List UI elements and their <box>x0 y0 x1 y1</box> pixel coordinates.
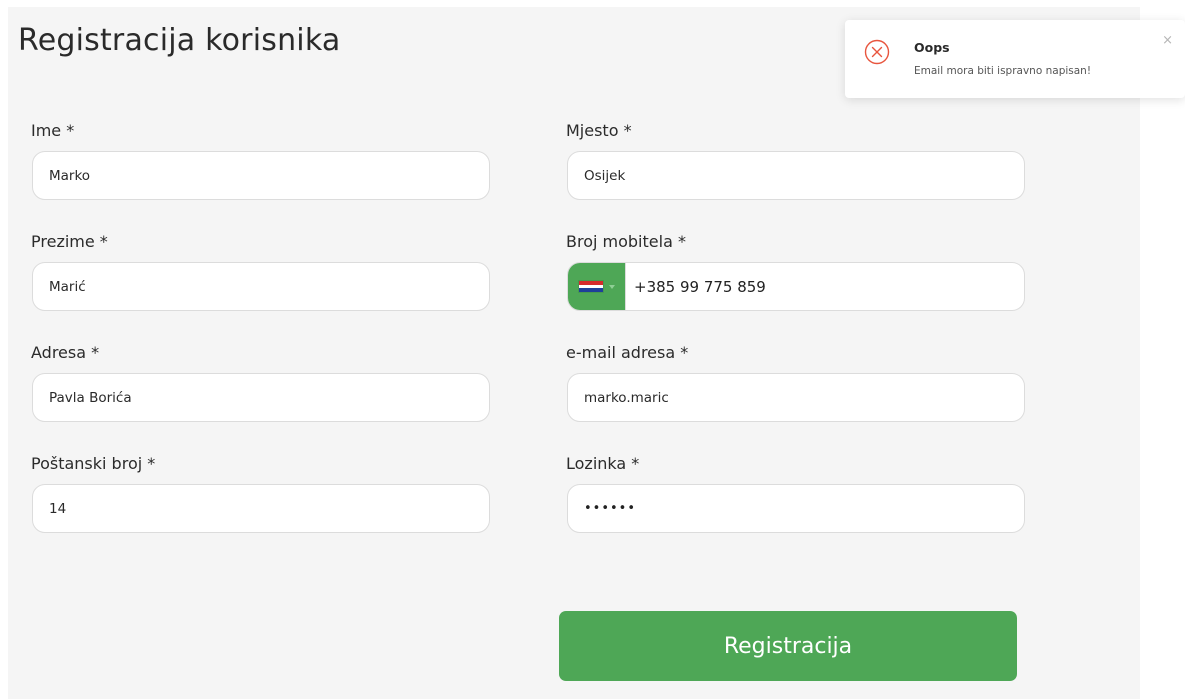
hr-flag-icon <box>578 281 603 293</box>
city-input[interactable]: Osijek <box>567 151 1025 200</box>
mobile-label: Broj mobitela * <box>566 232 686 251</box>
address-input[interactable]: Pavla Borića <box>32 373 490 422</box>
password-input[interactable]: •••••• <box>567 484 1025 533</box>
page-title: Registracija korisnika <box>18 23 341 58</box>
error-toast: Oops Email mora biti ispravno napisan! × <box>845 20 1185 98</box>
first-name-input[interactable]: Marko <box>32 151 490 200</box>
email-label: e-mail adresa * <box>566 343 689 362</box>
chevron-down-icon <box>608 284 615 289</box>
last-name-label: Prezime * <box>31 232 108 251</box>
last-name-input[interactable]: Marić <box>32 262 490 311</box>
close-icon[interactable]: × <box>1162 33 1173 48</box>
error-circle-icon <box>864 39 890 65</box>
registration-panel: Registracija korisnika Ime * Marko Prezi… <box>8 7 1140 699</box>
toast-message: Email mora biti ispravno napisan! <box>914 65 1092 77</box>
mobile-input[interactable]: +385 99 775 859 <box>567 262 1025 311</box>
toast-title: Oops <box>914 40 950 55</box>
postal-code-label: Poštanski broj * <box>31 454 156 473</box>
city-label: Mjesto * <box>566 121 632 140</box>
country-code-dropdown[interactable] <box>568 263 626 310</box>
postal-code-input[interactable]: 14 <box>32 484 490 533</box>
address-label: Adresa * <box>31 343 100 362</box>
register-button[interactable]: Registracija <box>559 611 1017 681</box>
email-input[interactable]: marko.maric <box>567 373 1025 422</box>
first-name-label: Ime * <box>31 121 75 140</box>
mobile-value: +385 99 775 859 <box>634 277 766 296</box>
password-label: Lozinka * <box>566 454 640 473</box>
